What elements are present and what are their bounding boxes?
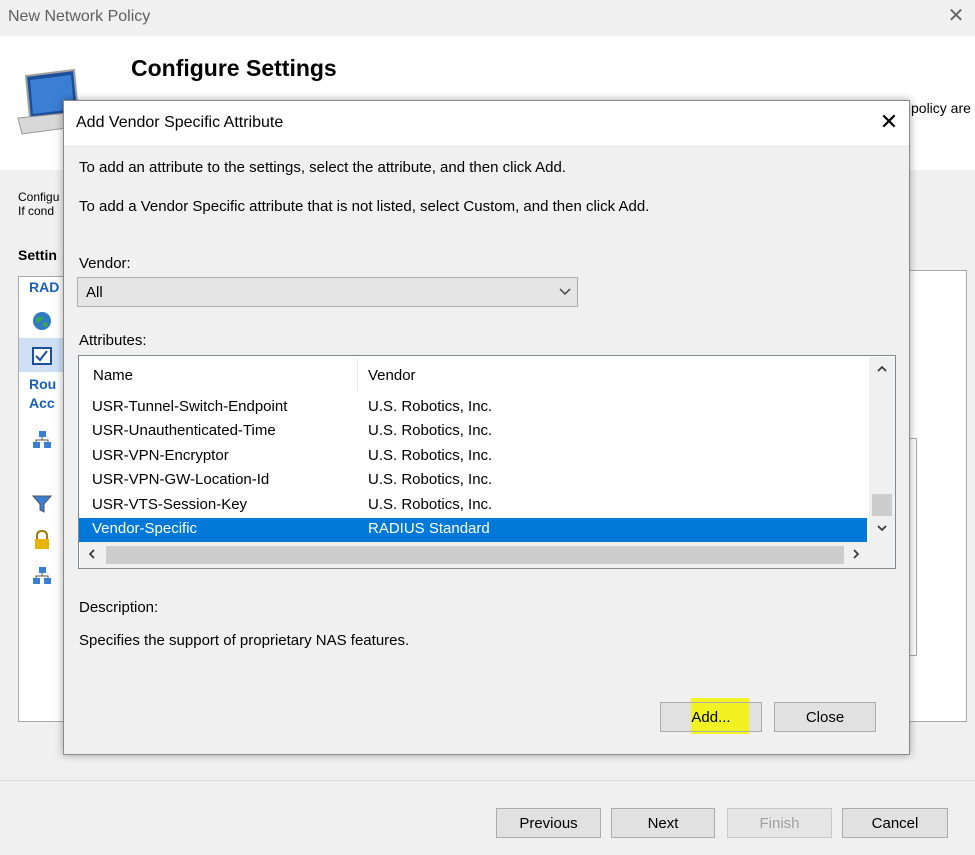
horizontal-scroll-thumb[interactable] [106,546,844,564]
attribute-name: USR-Unauthenticated-Time [92,422,276,439]
cancel-button[interactable]: Cancel [842,808,948,838]
attribute-vendor: U.S. Robotics, Inc. [368,398,493,415]
intro-text-line2: If cond [18,204,55,218]
scroll-down-icon[interactable] [869,516,895,542]
list-item-selected[interactable]: Vendor-Specific RADIUS Standard [79,518,867,542]
previous-button[interactable]: Previous [496,808,601,838]
globe-icon[interactable] [32,311,52,331]
column-header-name[interactable]: Name [93,367,133,384]
horizontal-scrollbar[interactable] [80,542,895,568]
vendor-dropdown-value: All [86,284,103,301]
network-icon[interactable] [32,566,52,586]
close-button[interactable]: Close [774,702,876,732]
attribute-name: Vendor-Specific [92,520,198,537]
attributes-label: Attributes: [79,332,147,349]
scroll-left-icon[interactable] [80,542,104,568]
description-text: Specifies the support of proprietary NAS… [79,632,410,649]
page-title: Configure Settings [131,55,337,81]
dialog-title: Add Vendor Specific Attribute [76,114,284,131]
footer-divider [0,780,975,781]
vertical-scrollbar[interactable] [869,357,895,542]
add-button[interactable]: Add... [660,702,762,732]
attribute-vendor: RADIUS Standard [368,520,490,537]
attribute-name: USR-VTS-Session-Key [92,496,248,513]
settings-label: Settin [18,247,57,263]
list-item[interactable]: USR-VPN-Encryptor U.S. Robotics, Inc. [79,445,867,469]
scroll-right-icon[interactable] [844,542,868,568]
header-description: policy are [911,100,971,116]
nav-item-access[interactable]: Acc [29,395,55,411]
vendor-dropdown[interactable]: All [77,277,578,307]
attribute-name: USR-VPN-GW-Location-Id [92,471,270,488]
attribute-vendor: U.S. Robotics, Inc. [368,422,493,439]
chevron-down-icon [558,284,572,298]
column-header-vendor[interactable]: Vendor [368,367,416,384]
window-title: New Network Policy [8,8,151,25]
description-label: Description: [79,599,159,616]
close-icon[interactable]: ✕ [876,109,902,135]
list-item[interactable]: USR-Tunnel-Switch-Endpoint U.S. Robotics… [79,396,867,420]
checklist-icon[interactable] [32,346,52,366]
attribute-vendor: U.S. Robotics, Inc. [368,447,493,464]
intro-text-line1: Configu [18,190,60,204]
nav-item-routing[interactable]: Rou [29,376,56,392]
scroll-up-icon[interactable] [869,357,895,383]
window-close-icon[interactable]: ✕ [944,4,968,28]
settings-content-inner-box [910,438,917,656]
instruction-text-1: To add an attribute to the settings, sel… [79,159,566,176]
add-button-label: Add... [691,709,731,726]
network-icon[interactable] [32,430,52,450]
list-item[interactable]: USR-VPN-GW-Location-Id U.S. Robotics, In… [79,469,867,493]
attribute-name: USR-Tunnel-Switch-Endpoint [92,398,288,415]
filter-icon[interactable] [31,494,53,514]
lock-icon[interactable] [32,529,52,550]
attribute-name: USR-VPN-Encryptor [92,447,229,464]
next-button[interactable]: Next [611,808,715,838]
vendor-label: Vendor: [79,255,131,272]
finish-button: Finish [727,808,832,838]
instruction-text-2: To add a Vendor Specific attribute that … [79,198,650,215]
list-item[interactable]: USR-VTS-Session-Key U.S. Robotics, Inc. [79,494,867,518]
vertical-scroll-thumb[interactable] [872,494,892,516]
settings-content-panel [910,270,967,722]
add-vendor-attribute-dialog: Add Vendor Specific Attribute ✕ To add a… [63,100,910,755]
attributes-list[interactable]: Name Vendor USR-Tunnel-Switch-Endpoint U… [78,355,896,569]
list-item[interactable]: USR-Unauthenticated-Time U.S. Robotics, … [79,420,867,444]
attribute-vendor: U.S. Robotics, Inc. [368,471,493,488]
column-divider[interactable] [357,359,358,391]
attribute-vendor: U.S. Robotics, Inc. [368,496,493,513]
nav-item-radius[interactable]: RAD [29,279,59,295]
